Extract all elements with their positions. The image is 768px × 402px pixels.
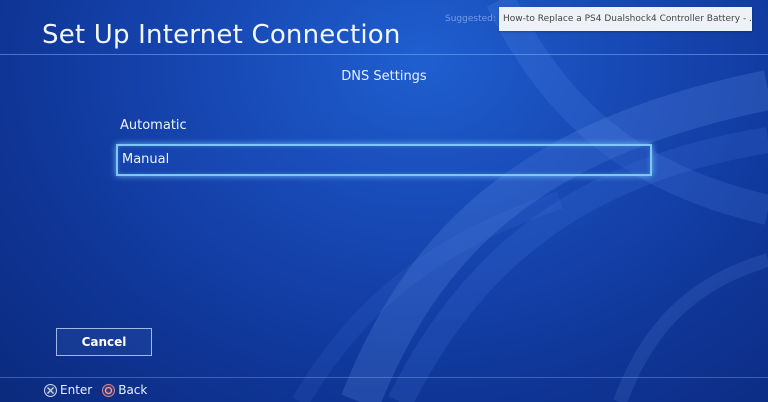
header-divider <box>0 54 768 55</box>
option-manual-label: Manual <box>122 152 170 167</box>
suggestion-prefix: Suggested: <box>445 14 496 24</box>
option-manual[interactable]: Manual <box>116 144 652 176</box>
option-automatic[interactable]: Automatic <box>116 110 652 142</box>
footer-enter: Enter <box>44 383 92 397</box>
page-title: Set Up Internet Connection <box>42 20 401 50</box>
circle-button-icon <box>102 383 116 397</box>
suggestion-text: How-to Replace a PS4 Dualshock4 Controll… <box>503 14 752 24</box>
cancel-button[interactable]: Cancel <box>56 328 152 356</box>
section-title: DNS Settings <box>341 69 427 84</box>
cross-button-icon <box>44 383 57 397</box>
footer-back: Back <box>102 383 147 397</box>
suggestion-banner[interactable]: How-to Replace a PS4 Dualshock4 Controll… <box>499 7 752 31</box>
footer-button-guide: Enter Back <box>44 381 157 399</box>
option-automatic-label: Automatic <box>120 118 187 133</box>
footer-back-label: Back <box>118 383 148 397</box>
footer-enter-label: Enter <box>60 383 93 397</box>
footer-divider <box>0 377 768 378</box>
